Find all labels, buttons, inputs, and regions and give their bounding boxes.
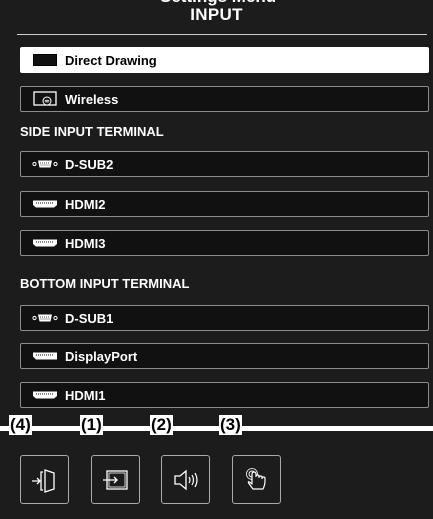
input-label: Wireless bbox=[65, 91, 119, 107]
input-label: D-SUB2 bbox=[65, 156, 114, 172]
input-label: D-SUB1 bbox=[65, 310, 114, 326]
input-hdmi1-button[interactable]: HDMI1 bbox=[20, 382, 429, 408]
exit-button[interactable] bbox=[20, 455, 69, 504]
input-switch-button[interactable] bbox=[91, 455, 140, 504]
input-dsub1-button[interactable]: D-SUB1 bbox=[20, 305, 429, 331]
divider bbox=[17, 34, 427, 35]
input-switch-icon bbox=[102, 469, 128, 490]
callout-label: (2) bbox=[150, 415, 173, 435]
toolbar-divider bbox=[0, 426, 433, 431]
input-displayport-button[interactable]: DisplayPort bbox=[20, 343, 429, 369]
dsub-connector-icon bbox=[31, 311, 59, 325]
section-heading-bottom: BOTTOM INPUT TERMINAL bbox=[20, 276, 190, 291]
callout-label: (3) bbox=[219, 415, 242, 435]
input-hdmi2-button[interactable]: HDMI2 bbox=[20, 191, 429, 217]
hdmi-connector-icon bbox=[31, 388, 59, 402]
callout-label: (4) bbox=[9, 415, 32, 435]
exit-icon bbox=[31, 468, 55, 493]
touch-button[interactable] bbox=[232, 455, 281, 504]
dsub-connector-icon bbox=[31, 157, 59, 171]
monitor-icon bbox=[31, 53, 59, 67]
input-label: HDMI3 bbox=[65, 235, 106, 251]
input-hdmi3-button[interactable]: HDMI3 bbox=[20, 230, 429, 256]
callout-label: (1) bbox=[80, 415, 103, 435]
input-label: HDMI1 bbox=[65, 387, 106, 403]
input-direct-drawing-button[interactable]: Direct Drawing bbox=[20, 47, 429, 73]
input-label: Direct Drawing bbox=[65, 52, 157, 68]
volume-icon bbox=[173, 469, 198, 490]
hdmi-connector-icon bbox=[31, 236, 59, 250]
displayport-connector-icon bbox=[31, 349, 59, 363]
input-dsub2-button[interactable]: D-SUB2 bbox=[20, 151, 429, 177]
input-label: HDMI2 bbox=[65, 196, 106, 212]
volume-button[interactable] bbox=[161, 455, 210, 504]
input-label: DisplayPort bbox=[65, 348, 138, 364]
touch-icon bbox=[245, 467, 266, 490]
hdmi-connector-icon bbox=[31, 197, 59, 211]
wireless-display-icon bbox=[31, 91, 59, 106]
input-wireless-button[interactable]: Wireless bbox=[20, 86, 429, 112]
page-title: INPUT bbox=[190, 5, 243, 24]
section-heading-side: SIDE INPUT TERMINAL bbox=[20, 124, 164, 139]
